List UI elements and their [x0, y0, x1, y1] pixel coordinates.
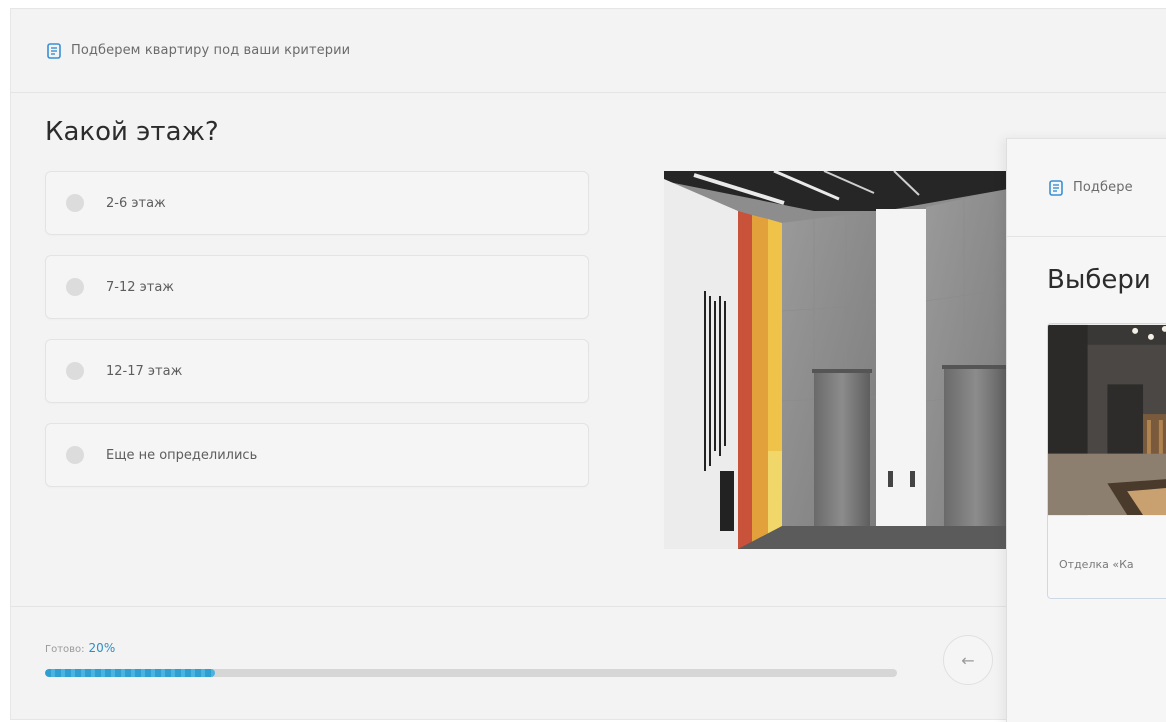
- radio-button[interactable]: [66, 362, 84, 380]
- progress-fill: [45, 669, 216, 677]
- back-button[interactable]: ←: [943, 635, 993, 685]
- option-label: 12-17 этаж: [106, 363, 183, 379]
- quiz-header-text: Подберем квартиру под ваши критерии: [71, 43, 351, 58]
- radio-button[interactable]: [66, 278, 84, 296]
- option-2-6-floor[interactable]: 2-6 этаж: [45, 171, 589, 235]
- next-step-card: Подбере Выбери Отделка «Ка: [1006, 138, 1166, 722]
- quiz-stage: Подберем квартиру под ваши критерии Како…: [0, 0, 1166, 722]
- interior-photo: [1048, 324, 1166, 516]
- document-icon: [1049, 179, 1063, 196]
- question-title: Какой этаж?: [45, 117, 219, 147]
- option-12-17-floor[interactable]: 12-17 этаж: [45, 339, 589, 403]
- option-7-12-floor[interactable]: 7-12 этаж: [45, 255, 589, 319]
- progress-label: Готово: 20%: [45, 641, 115, 655]
- option-label: Еще не определились: [106, 447, 258, 463]
- next-step-header-text: Подбере: [1073, 180, 1133, 195]
- progress-label-text: Готово:: [45, 644, 85, 655]
- next-step-question: Выбери: [1047, 265, 1151, 295]
- option-undecided[interactable]: Еще не определились: [45, 423, 589, 487]
- option-label: 2-6 этаж: [106, 195, 166, 211]
- progress-percent: 20%: [88, 641, 116, 655]
- arrow-left-icon: ←: [961, 650, 975, 670]
- option-label: 7-12 этаж: [106, 279, 175, 295]
- progress-bar: [45, 669, 897, 677]
- radio-button[interactable]: [66, 446, 84, 464]
- elevator-lobby-photo: [664, 171, 1008, 549]
- answer-options: 2-6 этаж 7-12 этаж 12-17 этаж Еще не опр…: [45, 171, 589, 507]
- quiz-card: Подберем квартиру под ваши критерии Како…: [10, 8, 1166, 720]
- finish-option-card[interactable]: Отделка «Ка: [1047, 323, 1166, 599]
- radio-button[interactable]: [66, 194, 84, 212]
- next-step-header: Подбере: [1007, 139, 1166, 237]
- document-icon: [47, 42, 61, 59]
- elevator-lobby-image: [664, 171, 1008, 549]
- finish-option-caption: Отделка «Ка: [1059, 558, 1134, 571]
- quiz-header: Подберем квартиру под ваши критерии: [11, 9, 1166, 93]
- quiz-footer: Готово: 20% ←: [11, 606, 1166, 719]
